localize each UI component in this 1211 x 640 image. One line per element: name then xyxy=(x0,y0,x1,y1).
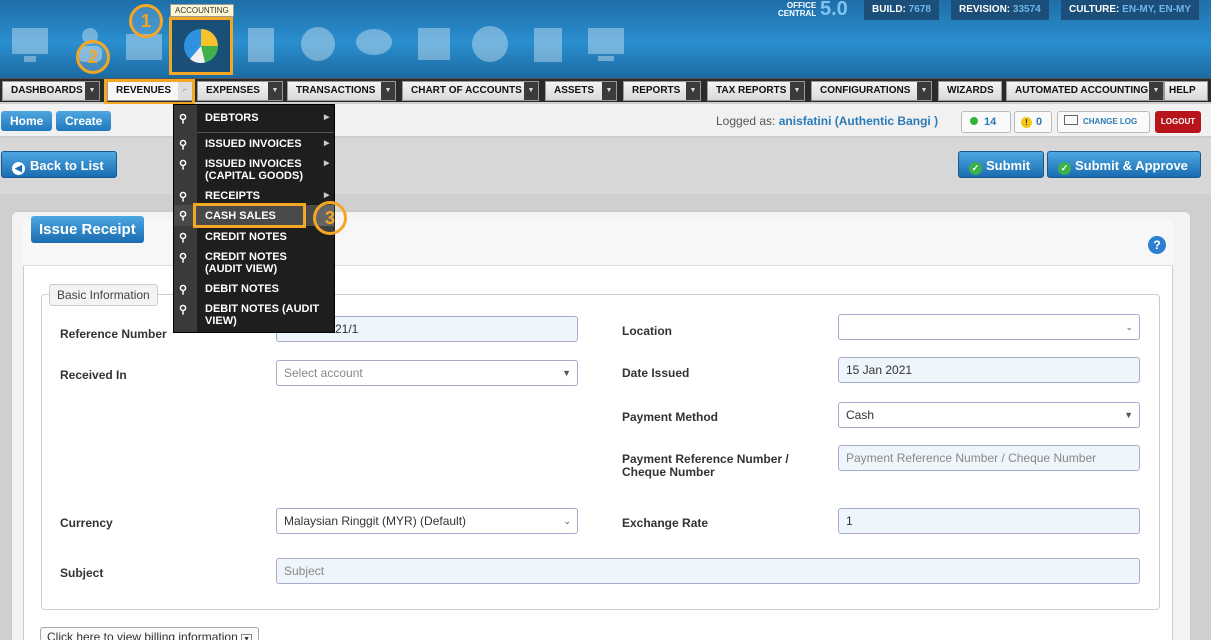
search-icon: ⚲ xyxy=(179,284,188,296)
chevron-down-icon[interactable]: ▼ xyxy=(917,82,931,100)
highlight-cash-sales xyxy=(193,203,306,228)
step-callout-3: 3 xyxy=(313,201,347,235)
search-icon: ⚲ xyxy=(179,191,188,203)
accounting-module-button[interactable] xyxy=(169,17,233,75)
payment-reference-input[interactable]: Payment Reference Number / Cheque Number xyxy=(838,445,1140,471)
search-icon: ⚲ xyxy=(179,252,188,264)
nav-help[interactable]: HELP xyxy=(1164,81,1208,101)
chevron-down-icon[interactable]: ▼ xyxy=(381,82,395,100)
chevron-down-icon: ⌄ xyxy=(563,516,571,526)
received-in-label: Received In xyxy=(60,368,127,382)
payment-reference-label: Payment Reference Number / Cheque Number xyxy=(622,452,789,479)
currency-select[interactable]: Malaysian Ringgit (MYR) (Default) ⌄ xyxy=(276,508,578,534)
chevron-down-icon: ⌄ xyxy=(1125,322,1133,332)
page-title: Issue Receipt xyxy=(31,216,144,243)
warning-icon: ! xyxy=(1021,117,1032,128)
search-icon: ⚲ xyxy=(179,139,188,151)
expand-icon: ▼ xyxy=(241,634,253,640)
nav-automated-accounting[interactable]: AUTOMATED ACCOUNTING ▼ xyxy=(1006,81,1164,101)
chevron-down-icon[interactable]: ▼ xyxy=(85,82,99,100)
nav-configurations[interactable]: CONFIGURATIONS ▼ xyxy=(811,81,932,101)
culture-info: CULTURE: EN-MY, EN-MY xyxy=(1061,0,1200,20)
notepad-icon[interactable] xyxy=(526,22,570,66)
chevron-down-icon[interactable]: ▼ xyxy=(268,82,282,100)
logout-button[interactable]: LOGOUT xyxy=(1155,111,1201,133)
exchange-rate-input[interactable]: 1 xyxy=(838,508,1140,534)
date-issued-label: Date Issued xyxy=(622,366,690,380)
breadcrumb-create[interactable]: Create xyxy=(56,111,112,131)
brand-logo: OFFICE CENTRAL xyxy=(778,1,817,18)
accounting-tooltip: ACCOUNTING xyxy=(170,4,234,17)
chevron-down-icon[interactable]: ▼ xyxy=(524,82,538,100)
search-icon: ⚲ xyxy=(179,113,188,125)
submit-button[interactable]: ✓ Submit xyxy=(958,151,1044,178)
nav-wizards[interactable]: WIZARDS xyxy=(938,81,1002,101)
revision-info: REVISION: 33574 xyxy=(951,0,1049,20)
check-icon: ✓ xyxy=(969,162,982,175)
nav-reports[interactable]: REPORTS ▼ xyxy=(623,81,701,101)
check-icon: ✓ xyxy=(1058,162,1071,175)
back-to-list-button[interactable]: ◀ Back to List xyxy=(1,151,117,178)
document-icon[interactable] xyxy=(240,22,284,66)
build-info: BUILD: 7678 xyxy=(864,0,939,20)
chevron-down-icon[interactable]: ▼ xyxy=(602,82,616,100)
dropdown-arrow-icon: ▼ xyxy=(1124,410,1133,420)
phone-icon[interactable] xyxy=(296,22,340,66)
search-icon: ⚲ xyxy=(179,232,188,244)
nav-dashboards[interactable]: DASHBOARDS ▼ xyxy=(2,81,100,101)
subject-label: Subject xyxy=(60,566,104,580)
subject-input[interactable]: Subject xyxy=(276,558,1140,584)
nav-chart-of-accounts[interactable]: CHART OF ACCOUNTS ▼ xyxy=(402,81,539,101)
help-icon[interactable]: ? xyxy=(1148,236,1166,254)
logged-in-info: Logged as: anisfatini (Authentic Bangi ) xyxy=(716,114,939,128)
nav-tax-reports[interactable]: TAX REPORTS ▼ xyxy=(707,81,805,101)
online-users-badge[interactable]: 14 xyxy=(961,111,1011,133)
alerts-badge[interactable]: ! 0 xyxy=(1014,111,1052,133)
search-icon: ⚲ xyxy=(179,210,188,222)
step-callout-1: 1 xyxy=(129,4,163,38)
highlight-revenues xyxy=(104,79,195,105)
submit-approve-button[interactable]: ✓ Submit & Approve xyxy=(1047,151,1201,178)
info-icon[interactable] xyxy=(468,22,512,66)
user-name[interactable]: anisfatini (Authentic Bangi ) xyxy=(779,114,938,128)
chat-icon[interactable] xyxy=(352,22,396,66)
currency-label: Currency xyxy=(60,516,113,530)
search-icon: ⚲ xyxy=(179,159,188,171)
breadcrumb-home[interactable]: Home xyxy=(1,111,53,131)
step-callout-2: 2 xyxy=(76,40,110,74)
payment-method-label: Payment Method xyxy=(622,410,719,424)
received-in-select[interactable]: Select account ▼ xyxy=(276,360,578,386)
chevron-down-icon[interactable]: ▼ xyxy=(686,82,700,100)
change-log-icon xyxy=(1064,115,1078,125)
submenu-arrow-icon: ▶ xyxy=(324,160,330,167)
nav-transactions[interactable]: TRANSACTIONS ▼ xyxy=(287,81,396,101)
exchange-rate-label: Exchange Rate xyxy=(622,516,709,530)
date-issued-input[interactable]: 15 Jan 2021 xyxy=(838,357,1140,383)
save-icon[interactable] xyxy=(412,22,456,66)
location-label: Location xyxy=(622,324,672,338)
back-arrow-icon: ◀ xyxy=(12,162,25,175)
status-dot-icon xyxy=(970,117,978,125)
location-select[interactable]: ⌄ xyxy=(838,314,1140,340)
payment-method-select[interactable]: Cash ▼ xyxy=(838,402,1140,428)
search-icon: ⚲ xyxy=(179,304,188,316)
section-title: Basic Information xyxy=(49,284,158,306)
nav-expenses[interactable]: EXPENSES ▼ xyxy=(197,81,283,101)
chevron-down-icon[interactable]: ▼ xyxy=(790,82,804,100)
chevron-down-icon[interactable]: ▼ xyxy=(1149,82,1163,100)
reference-label: Reference Number xyxy=(60,327,167,341)
billing-info-toggle[interactable]: Click here to view billing information ▼ xyxy=(40,627,260,640)
version-number: 5.0 xyxy=(820,0,848,20)
submenu-arrow-icon: ▶ xyxy=(324,140,330,147)
pie-chart-icon xyxy=(184,29,218,63)
display-icon[interactable] xyxy=(584,22,628,66)
dropdown-arrow-icon: ▼ xyxy=(562,368,571,378)
monitor-icon[interactable] xyxy=(8,22,52,66)
submenu-arrow-icon: ▶ xyxy=(324,114,330,121)
change-log-button[interactable]: CHANGE LOG xyxy=(1057,111,1150,133)
nav-assets[interactable]: ASSETS ▼ xyxy=(545,81,617,101)
